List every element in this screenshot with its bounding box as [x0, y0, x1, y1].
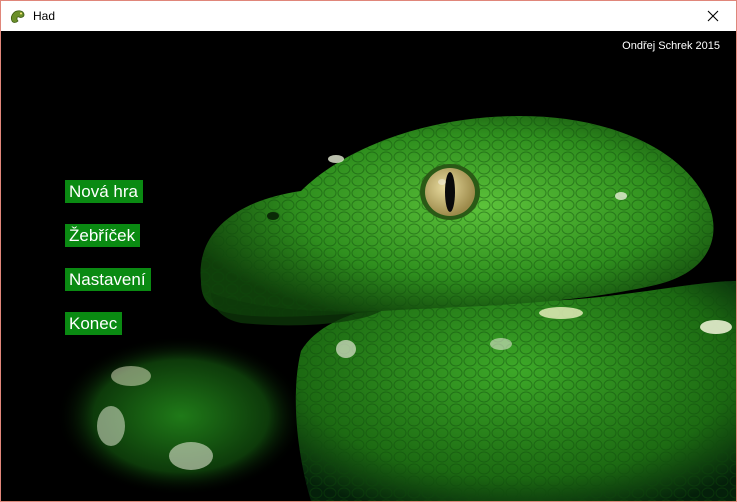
new-game-button[interactable]: Nová hra [65, 180, 143, 203]
exit-button[interactable]: Konec [65, 312, 123, 335]
snake-icon [9, 7, 27, 25]
main-menu: Nová hra Žebříček Nastavení Konec [65, 180, 151, 356]
close-icon [707, 10, 719, 22]
close-button[interactable] [690, 1, 736, 31]
settings-button[interactable]: Nastavení [65, 268, 151, 291]
app-window: Had Ondřej Schrek 2015 Nová hra Žebříček… [0, 0, 737, 502]
window-title: Had [33, 9, 56, 23]
leaderboard-button[interactable]: Žebříček [65, 224, 141, 247]
menu-screen: Ondřej Schrek 2015 Nová hra Žebříček Nas… [1, 31, 736, 501]
author-credit: Ondřej Schrek 2015 [622, 40, 720, 52]
title-bar[interactable]: Had [1, 1, 736, 31]
